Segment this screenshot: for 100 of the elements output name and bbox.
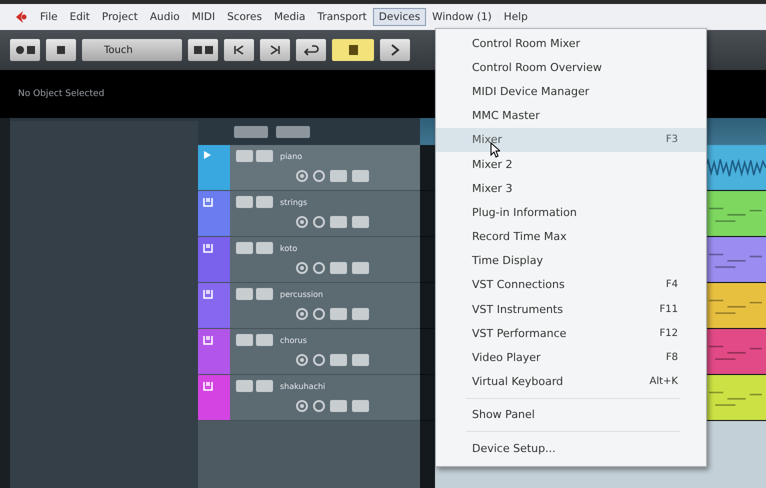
write-button[interactable]	[352, 400, 369, 412]
cycle-button[interactable]	[296, 39, 326, 61]
write-button[interactable]	[352, 308, 369, 320]
solo-button[interactable]	[256, 288, 273, 300]
record-button[interactable]	[296, 216, 308, 228]
write-button[interactable]	[352, 170, 369, 182]
track-name: chorus	[280, 336, 307, 344]
track-header[interactable]: chorus	[198, 329, 420, 375]
menu-item[interactable]: Transport	[312, 8, 373, 26]
menu-option[interactable]: VST Instruments F11	[436, 297, 706, 322]
midi-icon	[203, 197, 213, 207]
solo-button[interactable]	[256, 242, 273, 254]
snap-button[interactable]	[188, 39, 218, 61]
record-button[interactable]	[296, 354, 308, 366]
menu-option[interactable]: Plug-in Information	[436, 200, 706, 224]
menu-item[interactable]: File	[34, 8, 64, 26]
transport-button[interactable]	[260, 39, 290, 61]
menu-item[interactable]: Scores	[221, 8, 268, 26]
menu-option[interactable]: Mixer F3	[436, 128, 706, 152]
write-button[interactable]	[352, 216, 369, 228]
menu-item[interactable]: Edit	[64, 8, 96, 26]
play-icon	[390, 44, 400, 56]
info-line-text: No Object Selected	[18, 89, 104, 99]
solo-button[interactable]	[256, 380, 273, 392]
menu-option[interactable]: Control Room Overview	[436, 55, 706, 80]
play-button[interactable]	[380, 39, 410, 61]
header-button[interactable]	[276, 126, 310, 138]
menu-option[interactable]: VST Performance F12	[436, 321, 706, 346]
menu-item[interactable]: Project	[96, 8, 144, 26]
track-header[interactable]: shakuhachi	[198, 375, 420, 421]
mute-button[interactable]	[236, 242, 253, 254]
track-header[interactable]: piano	[198, 145, 420, 191]
mute-button[interactable]	[236, 288, 253, 300]
track-name: percussion	[280, 290, 324, 298]
midi-icon	[203, 289, 213, 299]
read-button[interactable]	[330, 170, 347, 182]
mute-button[interactable]	[236, 334, 253, 346]
write-button[interactable]	[352, 262, 369, 274]
mute-button[interactable]	[236, 196, 253, 208]
stop-button[interactable]	[332, 39, 374, 61]
event-part[interactable]	[705, 329, 766, 374]
track-name: piano	[280, 152, 302, 160]
app-logo-icon	[14, 10, 28, 24]
menu-option[interactable]: VST Connections F4	[436, 272, 706, 298]
record-button[interactable]	[296, 400, 308, 412]
play-arrow-icon	[203, 151, 211, 159]
menu-option[interactable]: Virtual Keyboard Alt+K	[436, 370, 706, 394]
solo-button[interactable]	[256, 150, 273, 162]
solo-button[interactable]	[256, 196, 273, 208]
event-part[interactable]	[705, 237, 766, 282]
track-name: shakuhachi	[280, 382, 326, 390]
read-button[interactable]	[330, 308, 347, 320]
read-button[interactable]	[330, 216, 347, 228]
header-button[interactable]	[234, 126, 268, 138]
menu-option[interactable]: Record Time Max	[436, 224, 706, 249]
record-button[interactable]	[296, 262, 308, 274]
transport-button[interactable]	[224, 39, 254, 61]
menu-option[interactable]: MMC Master	[436, 104, 706, 128]
event-part[interactable]	[705, 283, 766, 328]
record-button[interactable]	[296, 170, 308, 182]
solo-button[interactable]	[256, 334, 273, 346]
menu-option[interactable]: Mixer 3	[436, 176, 706, 200]
midi-icon	[203, 335, 213, 345]
menu-item[interactable]: Help	[498, 8, 534, 26]
menu-option[interactable]: Control Room Mixer	[436, 31, 706, 56]
skip-forward-icon	[269, 44, 281, 56]
mute-button[interactable]	[236, 380, 253, 392]
track-header[interactable]: strings	[198, 191, 420, 237]
monitor-button[interactable]	[313, 308, 325, 320]
menu-item[interactable]: Window (1)	[426, 8, 498, 26]
write-button[interactable]	[352, 354, 369, 366]
menu-item[interactable]: Devices	[372, 8, 426, 26]
event-part[interactable]	[705, 145, 766, 190]
event-part[interactable]	[705, 191, 766, 236]
menu-option[interactable]: MIDI Device Manager	[436, 79, 706, 104]
read-button[interactable]	[330, 400, 347, 412]
menu-item[interactable]: MIDI	[186, 8, 222, 26]
menu-item[interactable]: Audio	[144, 8, 186, 26]
menu-option[interactable]: Video Player F8	[436, 345, 706, 370]
track-header[interactable]: koto	[198, 237, 420, 283]
menu-item[interactable]: Media	[268, 8, 312, 26]
track-name: strings	[280, 198, 308, 206]
menu-option[interactable]: Mixer 2	[436, 152, 706, 176]
menu-option[interactable]: Show Panel	[436, 402, 706, 427]
read-button[interactable]	[330, 262, 347, 274]
menu-option[interactable]: Time Display	[436, 248, 706, 273]
event-part[interactable]	[705, 375, 766, 420]
mute-button[interactable]	[236, 150, 253, 162]
midi-icon	[203, 381, 213, 391]
monitor-button[interactable]	[313, 354, 325, 366]
read-button[interactable]	[330, 354, 347, 366]
track-header[interactable]: percussion	[198, 283, 420, 329]
record-button[interactable]	[296, 308, 308, 320]
automation-mode-dropdown[interactable]: Touch	[82, 39, 182, 61]
monitor-button[interactable]	[313, 170, 325, 182]
monitor-button[interactable]	[313, 262, 325, 274]
monitor-button[interactable]	[313, 400, 325, 412]
toggle-button[interactable]	[46, 39, 76, 61]
toggle-button[interactable]	[10, 39, 40, 61]
monitor-button[interactable]	[313, 216, 325, 228]
